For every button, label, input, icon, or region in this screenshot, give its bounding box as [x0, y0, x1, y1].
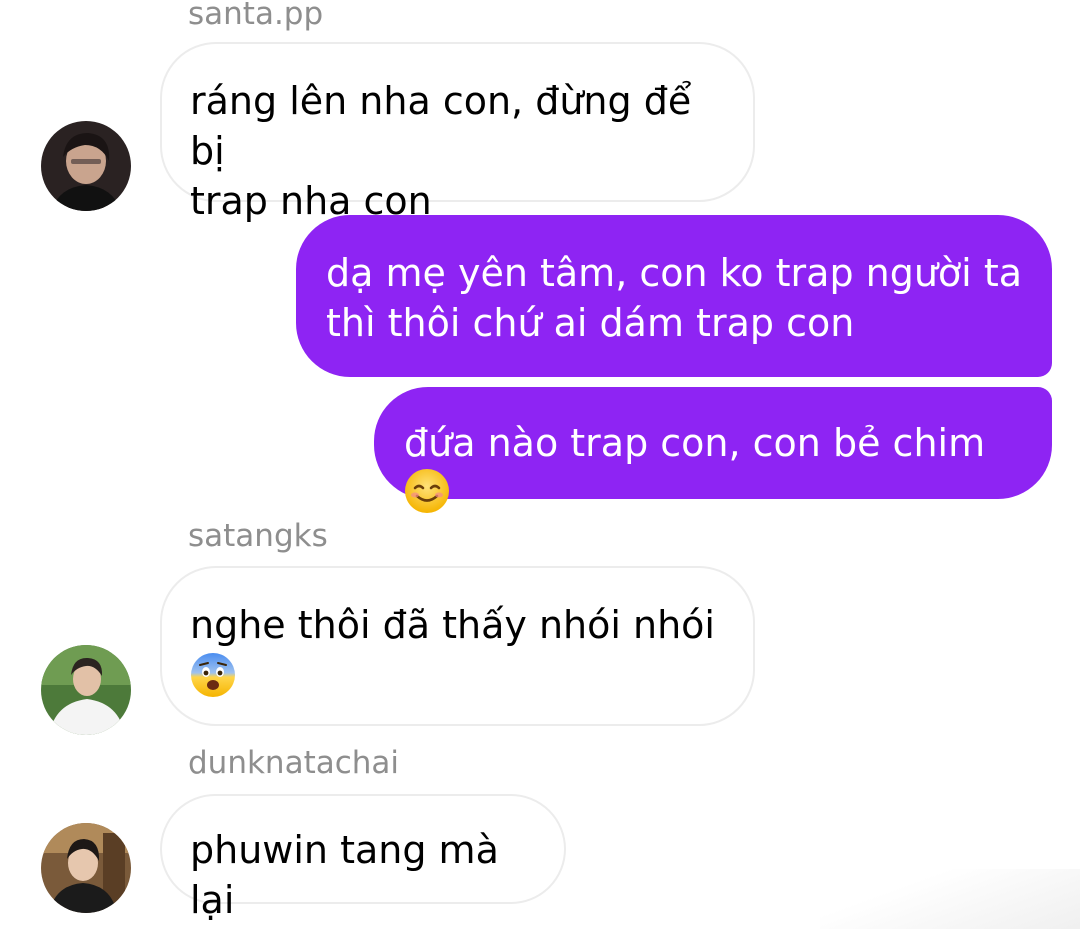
sender-name[interactable]: satangks	[188, 518, 328, 554]
avatar[interactable]	[41, 121, 131, 211]
message-text: nghe thôi đã thấy nhói nhói	[190, 603, 715, 647]
message-bubble-incoming[interactable]: phuwin tang mà lại	[160, 794, 566, 922]
message-text: phuwin tang mà lại	[190, 828, 499, 922]
avatar-photo-icon	[41, 823, 131, 913]
sender-name[interactable]: santa.pp	[188, 0, 323, 32]
message-bubble-outgoing[interactable]: đứa nào trap con, con bẻ chim	[374, 387, 1052, 513]
message-text: ráng lên nha con, đừng để bị trap nha co…	[190, 79, 692, 223]
avatar-photo-icon	[41, 645, 131, 735]
anxious-face-emoji-icon	[191, 653, 235, 697]
sender-name[interactable]: dunknatachai	[188, 745, 399, 781]
avatar-photo-icon	[41, 121, 131, 211]
message-bubble-incoming[interactable]: ráng lên nha con, đừng để bị trap nha co…	[160, 42, 755, 223]
message-bubble-incoming[interactable]: nghe thôi đã thấy nhói nhói	[160, 566, 755, 726]
smiling-face-emoji-icon	[405, 469, 449, 513]
chat-thread: santa.pp ráng lên nha con, đừng để bị tr…	[0, 0, 1080, 929]
avatar[interactable]	[41, 823, 131, 913]
message-text: đứa nào trap con, con bẻ chim	[404, 421, 986, 465]
bottom-edge-shadow	[820, 869, 1080, 929]
message-bubble-outgoing[interactable]: dạ mẹ yên tâm, con ko trap người ta thì …	[296, 215, 1052, 377]
message-text: dạ mẹ yên tâm, con ko trap người ta thì …	[326, 251, 1023, 345]
avatar[interactable]	[41, 645, 131, 735]
